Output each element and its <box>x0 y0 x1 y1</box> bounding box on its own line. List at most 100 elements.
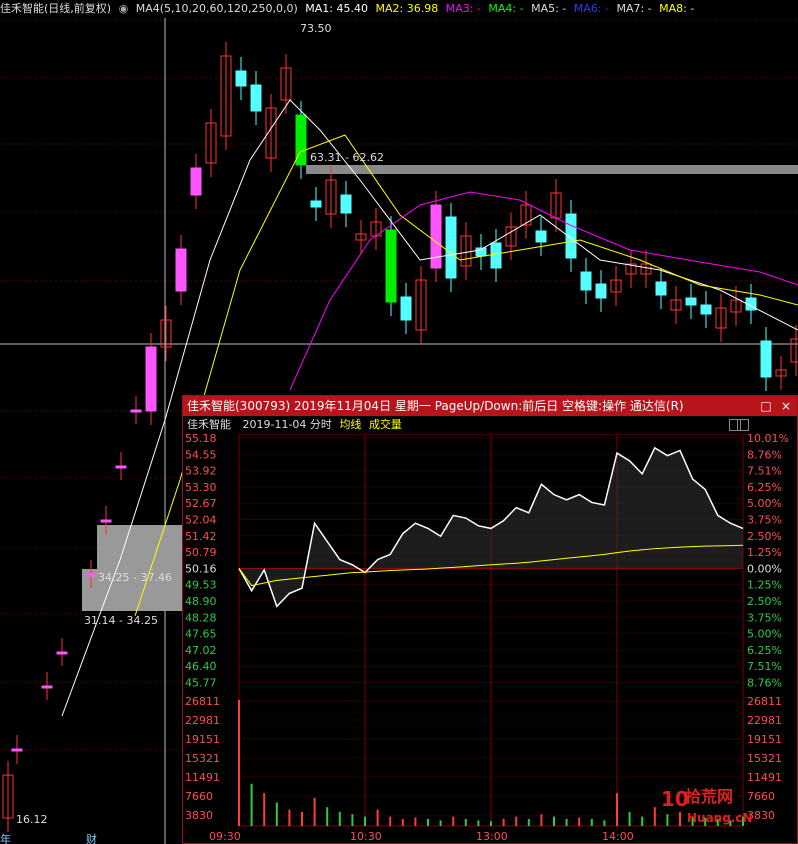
intraday-popup[interactable]: 佳禾智能(300793) 2019年11月04日 星期一 PageUp/Down… <box>182 395 798 844</box>
percent-tick-label: 6.25% <box>747 481 782 494</box>
volume-tick-label: 22981 <box>185 714 220 727</box>
ma1-value: MA1: 45.40 <box>305 2 368 15</box>
bottom-tab-label: 年 <box>0 832 11 844</box>
popup-titlebar[interactable]: 佳禾智能(300793) 2019年11月04日 星期一 PageUp/Down… <box>183 396 797 416</box>
percent-tick-label: 10.01% <box>747 434 789 445</box>
percent-tick-label: 0.00% <box>747 562 782 575</box>
candlestick[interactable] <box>400 296 412 321</box>
volume-bar <box>540 814 543 826</box>
percent-tick-label: 7.51% <box>747 465 782 478</box>
candlestick[interactable] <box>760 340 772 378</box>
candlestick[interactable] <box>790 338 798 363</box>
volume-bar <box>653 807 656 826</box>
volume-bar <box>427 818 429 826</box>
candlestick[interactable] <box>100 519 112 523</box>
candlestick[interactable] <box>430 204 442 269</box>
percent-tick-label: 5.00% <box>747 497 782 510</box>
time-tick-label: 10:30 <box>350 830 382 843</box>
candlestick[interactable] <box>175 248 187 292</box>
volume-bar <box>565 818 568 826</box>
ma-legend-bar: 佳禾智能(日线,前复权) ◉ MA4(5,10,20,60,120,250,0,… <box>0 0 698 18</box>
candlestick[interactable] <box>340 194 352 214</box>
ma7-value: MA7: - <box>616 2 652 15</box>
ma8-value: MA8: - <box>659 2 695 15</box>
volume-tick-label: 19151 <box>185 733 220 746</box>
high-price-label: 73.50 <box>300 22 332 35</box>
volume-bar <box>313 797 316 826</box>
percent-tick-label: 2.50% <box>747 595 782 608</box>
volume-bar <box>376 809 379 826</box>
candlestick[interactable] <box>580 271 592 291</box>
candlestick[interactable] <box>310 200 322 208</box>
volume-bar <box>590 818 593 826</box>
percent-tick-label: 6.25% <box>747 644 782 657</box>
candlestick[interactable] <box>250 84 262 112</box>
candlestick[interactable] <box>145 346 157 412</box>
close-button[interactable]: × <box>777 396 795 416</box>
volume-bar <box>401 818 404 826</box>
layout-icon[interactable] <box>737 419 749 431</box>
volume-bar <box>666 814 669 826</box>
candlestick[interactable] <box>700 304 712 315</box>
price-tick-label: 53.92 <box>185 465 217 478</box>
candlestick[interactable] <box>385 229 397 303</box>
bottom-tab-label: 财 <box>86 832 97 844</box>
candlestick[interactable] <box>11 748 23 752</box>
range-label: 31.14 - 34.25 <box>84 614 158 627</box>
candlestick[interactable] <box>56 651 68 655</box>
volume-profile-bar <box>97 525 183 569</box>
resistance-band <box>306 165 798 174</box>
candlestick[interactable] <box>85 573 97 577</box>
volume-tick-label: 11491 <box>747 771 782 784</box>
volume-bar <box>288 809 291 826</box>
stock-chart-window: 73.50 63.31 - 62.62 34.25 - 37.46 31.14 - 3… <box>0 0 798 844</box>
candlestick[interactable] <box>235 70 247 87</box>
percent-tick-label: 2.50% <box>747 530 782 543</box>
volume-bar <box>628 811 631 826</box>
volume-bar <box>351 814 354 826</box>
price-tick-label: 47.65 <box>185 628 217 641</box>
sub-stock-name: 佳禾智能 <box>187 418 231 431</box>
percent-tick-label: 5.00% <box>747 628 782 641</box>
percent-tick-label: 8.76% <box>747 448 782 461</box>
percent-tick-label: 3.75% <box>747 611 782 624</box>
ma5-value: MA5: - <box>531 2 567 15</box>
price-tick-label: 55.18 <box>185 434 217 445</box>
ma-params[interactable]: MA4(5,10,20,60,120,250,0,0) <box>136 2 298 15</box>
price-tick-label: 52.04 <box>185 514 217 527</box>
volume-tick-label: 15321 <box>185 752 220 765</box>
ma6-value: MA6: - <box>573 2 609 15</box>
volume-tick-label: 7660 <box>747 790 775 803</box>
sub-vol-label: 成交量 <box>368 418 402 431</box>
volume-bar <box>326 807 329 826</box>
price-tick-label: 50.16 <box>185 562 217 575</box>
ma-settings-icon[interactable]: ◉ <box>119 2 129 15</box>
candlestick[interactable] <box>685 297 697 306</box>
volume-bar <box>477 820 480 826</box>
volume-bar <box>641 816 644 826</box>
candlestick[interactable] <box>130 409 142 413</box>
candlestick[interactable] <box>655 281 667 296</box>
volume-bar <box>414 817 417 826</box>
candlestick[interactable] <box>535 230 547 243</box>
intraday-chart[interactable]: 55.18 10.01% 54.55 8.76% 53.92 7.51% 53.30 6.25… <box>183 434 797 843</box>
candlestick[interactable] <box>190 167 202 196</box>
volume-bar <box>250 783 253 826</box>
restore-button[interactable]: □ <box>757 396 775 416</box>
candlestick[interactable] <box>445 216 457 279</box>
sub-date: 2019-11-04 分时 <box>242 418 332 431</box>
stock-title: 佳禾智能(日线,前复权) <box>0 2 112 15</box>
price-tick-label: 52.67 <box>185 497 217 510</box>
low-price-label: 16.12 <box>16 813 48 826</box>
candlestick[interactable] <box>490 242 502 269</box>
percent-tick-label: 3.75% <box>747 514 782 527</box>
candlestick[interactable] <box>41 685 53 689</box>
volume-bar <box>603 820 606 826</box>
candlestick[interactable] <box>595 283 607 299</box>
volume-bar <box>464 818 467 826</box>
volume-bar <box>553 816 555 826</box>
price-tick-label: 45.77 <box>185 677 217 690</box>
popup-title: 佳禾智能(300793) 2019年11月04日 星期一 PageUp/Down… <box>187 399 684 413</box>
candlestick[interactable] <box>115 465 127 469</box>
ma3-value: MA3: - <box>445 2 481 15</box>
